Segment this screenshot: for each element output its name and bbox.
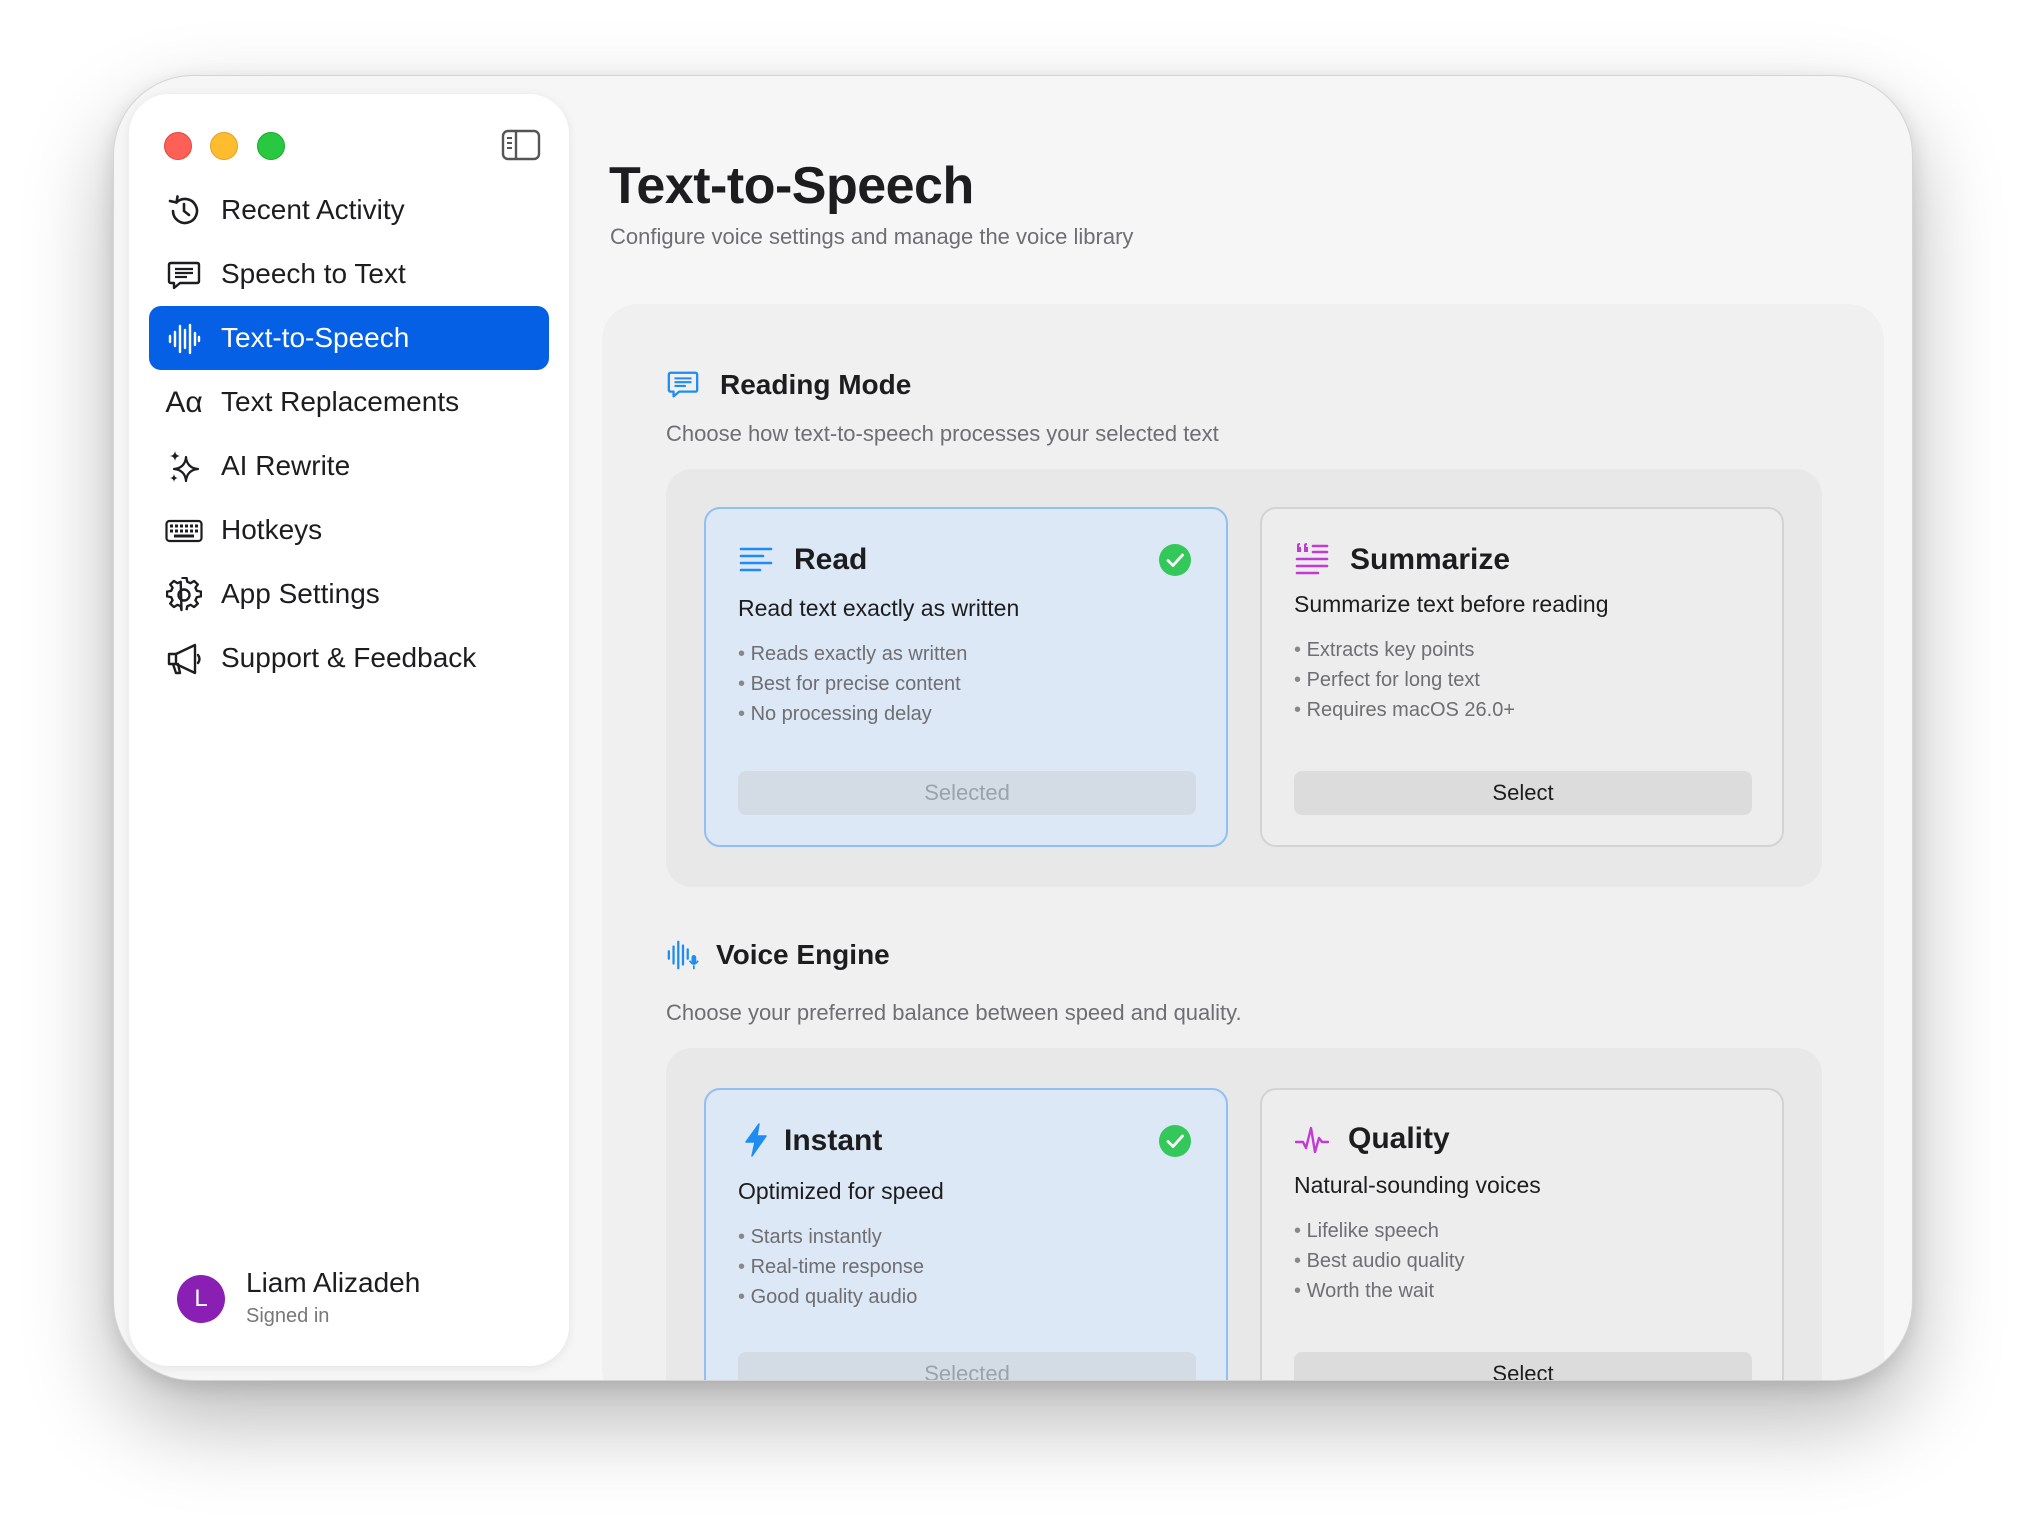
history-icon (165, 192, 203, 230)
option-title: Summarize (1350, 543, 1511, 576)
sidebar-item-label: Hotkeys (221, 514, 323, 545)
sidebar-item-support-feedback[interactable]: Support & Feedback (149, 626, 549, 690)
lightning-bolt-icon (745, 1123, 767, 1157)
voice-engine-options: Instant Optimized for speed Starts insta… (666, 1048, 1822, 1380)
waveform-icon (165, 320, 203, 358)
checkmark-circle-icon (1159, 1125, 1191, 1157)
option-features: Reads exactly as written Best for precis… (738, 639, 968, 729)
sidebar-item-label: Text-to-Speech (221, 322, 410, 353)
sidebar-item-hotkeys[interactable]: Hotkeys (149, 498, 549, 562)
user-name: Liam Alizadeh (246, 1267, 421, 1298)
sidebar-item-label: Support & Feedback (221, 642, 477, 673)
feature-item: Real-time response (738, 1252, 924, 1282)
option-subtitle: Summarize text before reading (1294, 591, 1609, 617)
option-title: Read (794, 543, 868, 576)
option-features: Lifelike speech Best audio quality Worth… (1294, 1216, 1465, 1306)
gear-icon (165, 576, 203, 614)
feature-item: Perfect for long text (1294, 665, 1515, 695)
sidebar-item-text-replacements[interactable]: Aα Text Replacements (149, 370, 549, 434)
text-lines-icon (739, 547, 773, 572)
select-button[interactable]: Select (1294, 771, 1752, 815)
waveform-pulse-icon (1294, 1126, 1330, 1154)
quote-text-icon (1295, 543, 1329, 575)
sidebar-item-speech-to-text[interactable]: Speech to Text (149, 242, 549, 306)
feature-item: Lifelike speech (1294, 1216, 1464, 1246)
zoom-window-button[interactable] (257, 132, 285, 160)
reading-mode-summarize-card[interactable]: Summarize Summarize text before reading … (1260, 507, 1784, 847)
megaphone-icon (165, 640, 203, 678)
selected-button[interactable]: Selected (738, 771, 1196, 815)
sidebar-item-label: AI Rewrite (221, 450, 351, 481)
section-description: Choose your preferred balance between sp… (666, 1000, 1242, 1025)
sidebar-item-label: App Settings (221, 578, 380, 609)
feature-item: Best for precise content (738, 669, 967, 699)
feature-item: No processing delay (738, 699, 967, 729)
sidebar-item-app-settings[interactable]: App Settings (149, 562, 549, 626)
sidebar-item-ai-rewrite[interactable]: AI Rewrite (149, 434, 549, 498)
feature-item: Good quality audio (738, 1282, 924, 1312)
app-window: Recent Activity Speech to Text Text-to-S… (113, 75, 1913, 1381)
section-title: Reading Mode (720, 369, 912, 400)
option-features: Extracts key points Perfect for long tex… (1294, 635, 1515, 725)
voice-engine-quality-card[interactable]: Quality Natural-sounding voices Lifelike… (1260, 1088, 1784, 1380)
option-title: Quality (1348, 1122, 1450, 1155)
close-window-button[interactable] (164, 132, 192, 160)
avatar: L (177, 1275, 225, 1323)
sidebar-item-label: Speech to Text (221, 258, 406, 289)
voice-engine-header: Voice Engine (666, 938, 890, 972)
page-title: Text-to-Speech (609, 157, 974, 215)
keyboard-icon (165, 512, 203, 550)
waveform-mic-icon (667, 940, 699, 970)
voice-engine-instant-card[interactable]: Instant Optimized for speed Starts insta… (704, 1088, 1228, 1380)
sidebar-toggle-icon[interactable] (501, 129, 541, 161)
select-button[interactable]: Select (1294, 1352, 1752, 1380)
sidebar: Recent Activity Speech to Text Text-to-S… (129, 94, 569, 1366)
sidebar-item-label: Recent Activity (221, 194, 405, 225)
speech-bubble-icon (165, 256, 203, 294)
feature-item: Reads exactly as written (738, 639, 968, 669)
speech-bubble-icon (667, 371, 699, 398)
feature-item: Requires macOS 26.0+ (1294, 695, 1515, 725)
option-subtitle: Optimized for speed (738, 1178, 944, 1204)
sidebar-nav: Recent Activity Speech to Text Text-to-S… (149, 178, 549, 690)
reading-mode-read-card[interactable]: Read Read text exactly as written Reads … (704, 507, 1228, 847)
text-format-icon: Aα (165, 386, 203, 419)
sidebar-item-recent-activity[interactable]: Recent Activity (149, 178, 549, 242)
option-subtitle: Read text exactly as written (738, 595, 1020, 621)
section-description: Choose how text-to-speech processes your… (666, 421, 1219, 446)
feature-item: Starts instantly (738, 1222, 924, 1252)
checkmark-circle-icon (1159, 544, 1191, 576)
option-title: Instant (784, 1124, 883, 1157)
feature-item: Best audio quality (1294, 1246, 1465, 1276)
feature-item: Worth the wait (1294, 1276, 1464, 1306)
user-status: Signed in (246, 1305, 330, 1327)
feature-item: Extracts key points (1294, 635, 1515, 665)
option-features: Starts instantly Real-time response Good… (738, 1222, 924, 1312)
reading-mode-options: Read Read text exactly as written Reads … (666, 469, 1822, 887)
sidebar-item-label: Text Replacements (221, 386, 460, 417)
sidebar-item-text-to-speech[interactable]: Text-to-Speech (149, 306, 549, 370)
minimize-window-button[interactable] (210, 132, 238, 160)
page-subtitle: Configure voice settings and manage the … (610, 224, 1134, 249)
sparkles-icon (165, 448, 203, 486)
section-title: Voice Engine (716, 939, 890, 970)
option-subtitle: Natural-sounding voices (1294, 1172, 1541, 1198)
selected-button[interactable]: Selected (738, 1352, 1196, 1380)
reading-mode-header: Reading Mode (666, 368, 911, 402)
